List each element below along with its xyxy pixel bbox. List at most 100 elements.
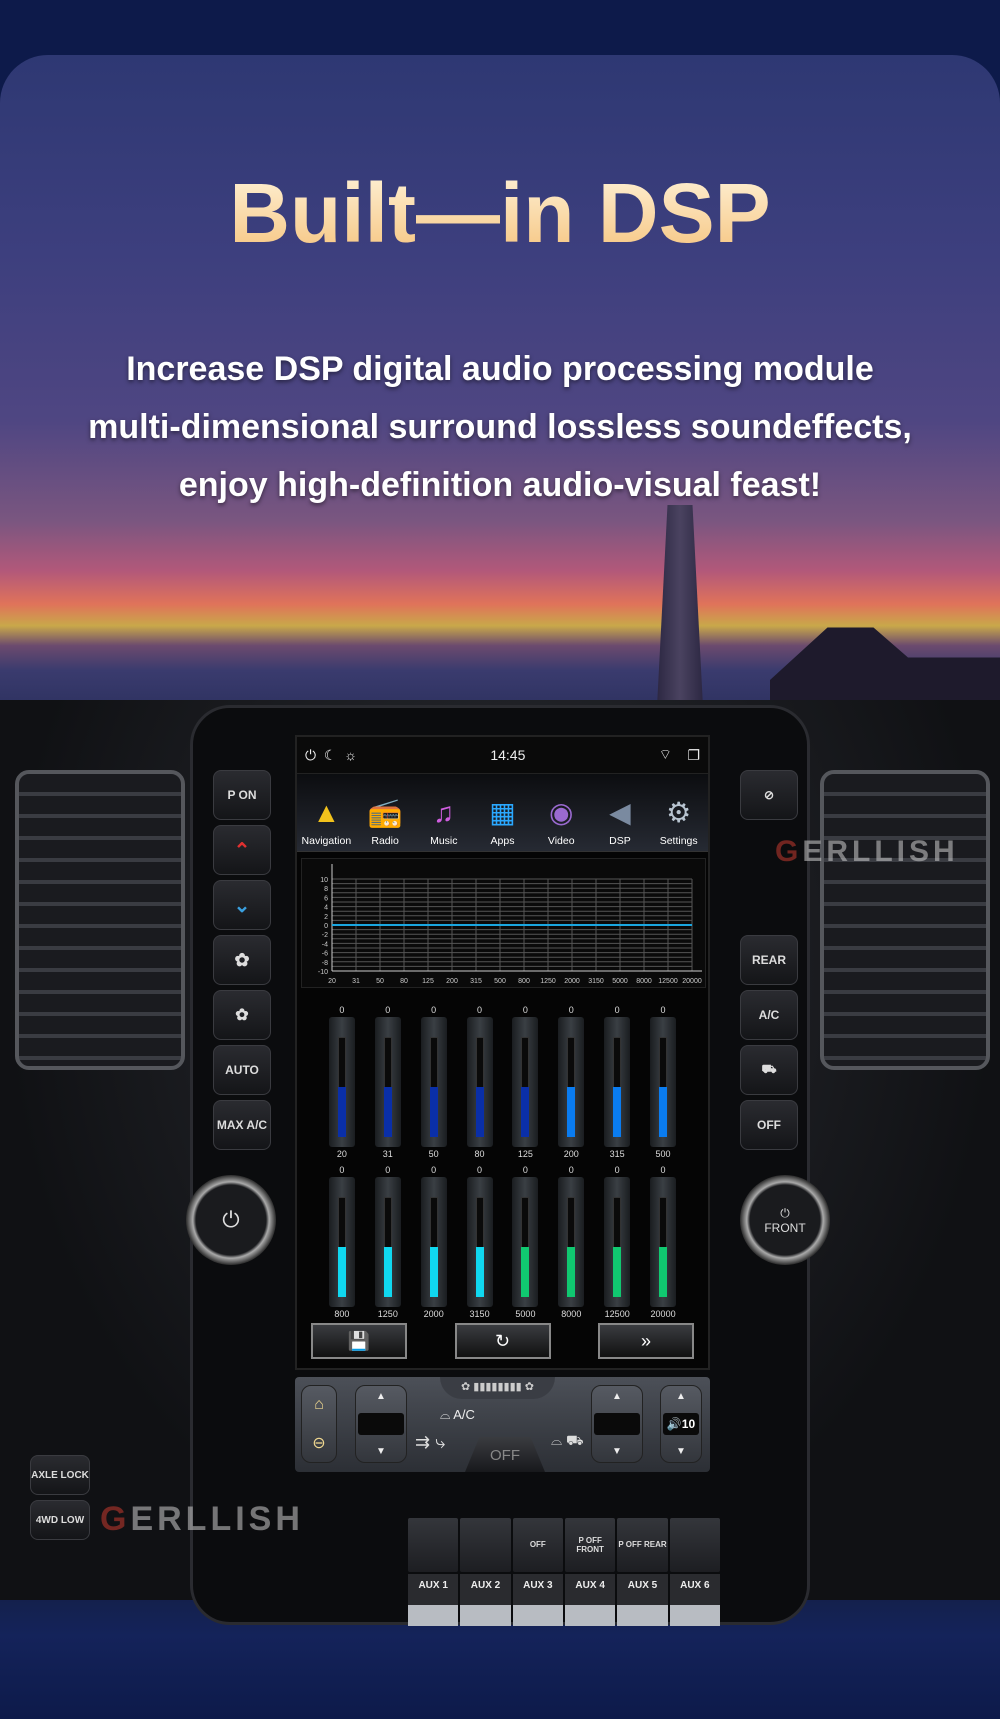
save-button[interactable]: 💾 bbox=[311, 1323, 407, 1359]
aux-top-switch[interactable] bbox=[669, 1518, 720, 1572]
eq-band-slider[interactable]: 0 20000 bbox=[648, 1159, 678, 1319]
x-tick-label: 2000 bbox=[564, 978, 580, 985]
fan-up-button[interactable]: ✿ bbox=[213, 935, 271, 985]
max-ac-button[interactable]: MAX A/C bbox=[213, 1100, 271, 1150]
reset-button[interactable]: ↻ bbox=[454, 1323, 551, 1359]
eq-band-slider[interactable]: 0 3150 bbox=[465, 1159, 495, 1319]
aux-switch[interactable]: AUX 3 bbox=[512, 1573, 563, 1626]
slider-track[interactable] bbox=[604, 1177, 631, 1307]
app-settings[interactable]: ⚙ Settings bbox=[649, 774, 708, 851]
app-dsp[interactable]: ◀ DSP bbox=[591, 774, 650, 851]
ac-button[interactable]: A/C bbox=[740, 990, 798, 1040]
left-temp-control[interactable]: ▲ ▼ bbox=[355, 1385, 407, 1463]
home-icon[interactable]: ⌂ bbox=[314, 1396, 324, 1414]
slider-track[interactable] bbox=[466, 1177, 493, 1307]
right-temp-control[interactable]: ▲ ▼ bbox=[591, 1385, 643, 1463]
auto-button[interactable]: AUTO bbox=[213, 1045, 271, 1095]
slider-fill bbox=[567, 1087, 576, 1137]
next-button[interactable]: » bbox=[598, 1323, 694, 1359]
slider-track[interactable] bbox=[558, 1177, 585, 1307]
slider-track[interactable] bbox=[374, 1177, 401, 1307]
app-navigation[interactable]: ▲ Navigation bbox=[297, 774, 356, 851]
eq-band-slider[interactable]: 0 5000 bbox=[510, 1159, 540, 1319]
right-power-knob[interactable]: ⏻ FRONT bbox=[740, 1175, 830, 1265]
volume-control[interactable]: ▲ 🔊10 ▼ bbox=[660, 1385, 702, 1463]
app-video[interactable]: ◉ Video bbox=[532, 774, 591, 851]
aux-switch[interactable]: AUX 2 bbox=[460, 1573, 511, 1626]
eq-band-slider[interactable]: 0 200 bbox=[556, 999, 586, 1159]
x-tick-label: 50 bbox=[376, 978, 384, 985]
seat-off-button[interactable]: ⊘ bbox=[740, 770, 798, 820]
eq-band-slider[interactable]: 0 125 bbox=[510, 999, 540, 1159]
aux-top-switch[interactable]: OFF bbox=[512, 1518, 563, 1572]
slider-track[interactable] bbox=[374, 1017, 401, 1147]
eq-band-slider[interactable]: 0 8000 bbox=[556, 1159, 586, 1319]
y-tick-label: -2 bbox=[322, 932, 328, 939]
music-icon: ♫ bbox=[433, 797, 455, 828]
power-icon[interactable]: ⏻ bbox=[305, 747, 316, 764]
eq-band-slider[interactable]: 0 1250 bbox=[373, 1159, 403, 1319]
volume-icon: 🔊 bbox=[666, 1416, 682, 1431]
aux-top-switch[interactable] bbox=[408, 1518, 459, 1572]
back-icon[interactable]: ⊖ bbox=[312, 1433, 325, 1453]
band-value: 0 bbox=[660, 1005, 666, 1015]
band-frequency: 1250 bbox=[377, 1309, 398, 1319]
multi-window-icon[interactable]: ❐ bbox=[687, 747, 700, 764]
eq-band-slider[interactable]: 0 20 bbox=[327, 999, 357, 1159]
band-frequency: 50 bbox=[428, 1149, 439, 1159]
slider-track[interactable] bbox=[604, 1017, 631, 1147]
slider-track[interactable] bbox=[420, 1177, 447, 1307]
eq-band-slider[interactable]: 0 12500 bbox=[602, 1159, 632, 1319]
fan-speed-bar[interactable]: ✿ ▮▮▮▮▮▮▮▮ ✿ bbox=[440, 1377, 555, 1399]
aux-switch[interactable]: AUX 6 bbox=[669, 1573, 720, 1626]
slider-track[interactable] bbox=[328, 1177, 355, 1307]
app-radio[interactable]: 📻 Radio bbox=[356, 774, 415, 851]
x-tick-label: 315 bbox=[470, 978, 482, 985]
headline: Built—in DSP bbox=[0, 165, 1000, 262]
app-music[interactable]: ♫ Music bbox=[414, 774, 473, 851]
eq-band-slider[interactable]: 0 315 bbox=[602, 999, 632, 1159]
climate-off-button[interactable]: OFF bbox=[465, 1437, 545, 1472]
aux-top-switch[interactable]: P OFF FRONT bbox=[564, 1518, 616, 1572]
slider-track[interactable] bbox=[650, 1017, 677, 1147]
park-button[interactable]: P ON bbox=[213, 770, 271, 820]
slider-track[interactable] bbox=[650, 1177, 677, 1307]
aux-switch[interactable]: AUX 5 bbox=[617, 1573, 668, 1626]
slider-track[interactable] bbox=[512, 1177, 539, 1307]
recirculate-button[interactable]: ⛟ bbox=[740, 1045, 798, 1095]
temp-down-button[interactable]: ⌄ bbox=[213, 880, 271, 930]
slider-fill bbox=[383, 1247, 392, 1297]
4wd-low-button[interactable]: 4WD LOW bbox=[30, 1500, 90, 1540]
rear-defrost-button[interactable]: REAR bbox=[740, 935, 798, 985]
aux-top-switch[interactable] bbox=[460, 1518, 511, 1572]
fan-down-button[interactable]: ✿ bbox=[213, 990, 271, 1040]
eq-band-slider[interactable]: 0 80 bbox=[465, 999, 495, 1159]
eq-band-slider[interactable]: 0 500 bbox=[648, 999, 678, 1159]
airflow-mode-icon[interactable]: ⇉ ⤷ bbox=[415, 1432, 445, 1453]
brightness-icon[interactable]: ☼ bbox=[344, 747, 357, 763]
eq-band-slider[interactable]: 0 2000 bbox=[419, 1159, 449, 1319]
slider-track[interactable] bbox=[466, 1017, 493, 1147]
axle-lock-button[interactable]: AXLE LOCK bbox=[30, 1455, 90, 1495]
night-mode-icon[interactable]: ☾ bbox=[324, 747, 337, 764]
slider-track[interactable] bbox=[512, 1017, 539, 1147]
slider-fill bbox=[337, 1247, 346, 1297]
left-power-knob[interactable]: ⏻ bbox=[186, 1175, 276, 1265]
app-label: DSP bbox=[609, 835, 631, 847]
eq-band-slider[interactable]: 0 31 bbox=[373, 999, 403, 1159]
ac-label[interactable]: ⌓ A/C bbox=[440, 1407, 475, 1423]
app-apps[interactable]: ▦ Apps bbox=[473, 774, 532, 851]
aux-switch[interactable]: AUX 1 bbox=[408, 1573, 459, 1626]
traction-off-button[interactable]: OFF bbox=[740, 1100, 798, 1150]
slider-track[interactable] bbox=[558, 1017, 585, 1147]
aux-top-switch[interactable]: P OFF REAR bbox=[617, 1518, 668, 1572]
max-defrost-icon[interactable]: ⌓ ⛟ bbox=[551, 1432, 584, 1451]
slider-track[interactable] bbox=[420, 1017, 447, 1147]
aux-switch[interactable]: AUX 4 bbox=[564, 1573, 616, 1626]
app-label: Music bbox=[430, 835, 458, 847]
temp-up-button[interactable]: ⌃ bbox=[213, 825, 271, 875]
eq-band-slider[interactable]: 0 50 bbox=[419, 999, 449, 1159]
band-frequency: 500 bbox=[655, 1149, 671, 1159]
slider-track[interactable] bbox=[328, 1017, 355, 1147]
eq-band-slider[interactable]: 0 800 bbox=[327, 1159, 357, 1319]
